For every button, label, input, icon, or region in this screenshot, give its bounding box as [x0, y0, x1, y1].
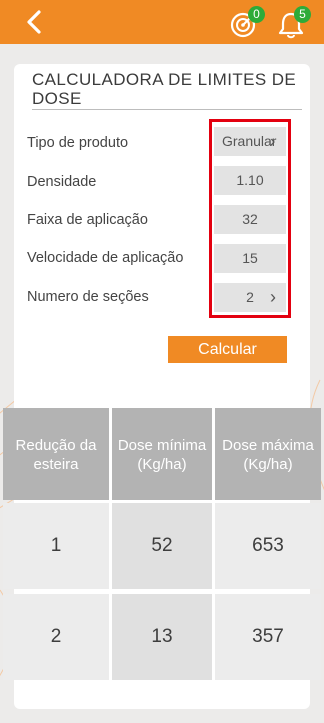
density-label: Densidade — [27, 174, 97, 190]
table-header-belt-reduction: Redução da esteira — [3, 408, 109, 500]
title-divider — [32, 109, 302, 110]
table-header-min-dose: Dose mínima (Kg/ha) — [112, 408, 212, 500]
table-cell: 357 — [215, 594, 321, 680]
application-speed-label: Velocidade de aplicação — [27, 250, 184, 266]
application-range-label: Faixa de aplicação — [27, 212, 148, 228]
back-arrow-icon[interactable] — [22, 9, 48, 35]
table-cell: 653 — [215, 503, 321, 589]
table-header-max-dose: Dose máxima (Kg/ha) — [215, 408, 321, 500]
section-count-label: Numero de seções — [27, 289, 149, 305]
table-cell: 2 — [3, 594, 109, 680]
calculate-button[interactable]: Calcular — [168, 336, 287, 363]
target-notification-button[interactable]: 0 — [228, 6, 265, 40]
table-cell: 52 — [112, 503, 212, 589]
notification-badge: 0 — [248, 6, 265, 23]
top-app-bar: 0 5 — [0, 0, 324, 44]
product-type-label: Tipo de produto — [27, 135, 129, 151]
bell-notification-button[interactable]: 5 — [276, 6, 311, 40]
table-cell: 13 — [112, 594, 212, 680]
notification-badge: 5 — [294, 6, 311, 23]
table-cell: 1 — [3, 503, 109, 589]
page-title: CALCULADORA DE LIMITES DE DOSE — [32, 70, 297, 108]
highlight-box — [209, 119, 291, 318]
